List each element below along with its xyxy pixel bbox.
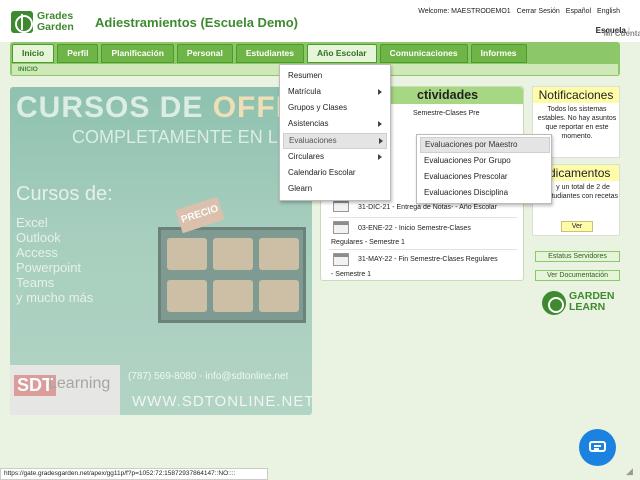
menu-item-grupos-clases[interactable]: Grupos y Clases bbox=[280, 100, 390, 116]
tab-ano-escolar[interactable]: Año Escolar bbox=[307, 44, 377, 63]
banner-laptop-image bbox=[158, 227, 306, 323]
banner-headline: CURSOS DE OFFICE 3 bbox=[16, 91, 312, 124]
welcome-text: Welcome: MAESTRODEMO1 bbox=[418, 8, 511, 15]
ano-escolar-dropdown: Resumen Matrícula Grupos y Clases Asiste… bbox=[279, 64, 391, 201]
page-title: Adiestramientos (Escuela Demo) bbox=[95, 15, 299, 30]
tab-informes[interactable]: Informes bbox=[470, 44, 527, 63]
chevron-right-icon bbox=[378, 121, 382, 127]
tab-planificacion[interactable]: Planificación bbox=[101, 44, 174, 63]
tab-inicio[interactable]: Inicio bbox=[12, 44, 55, 63]
divider bbox=[329, 249, 517, 250]
divider bbox=[329, 217, 517, 218]
banner-person-image bbox=[213, 238, 253, 270]
header: Grades Garden Adiestramientos (Escuela D… bbox=[0, 0, 640, 42]
promo-banner[interactable]: CURSOS DE OFFICE 3 COMPLETAMENTE EN LI C… bbox=[10, 87, 312, 415]
evaluaciones-submenu: Evaluaciones por Maestro Evaluaciones Po… bbox=[416, 134, 552, 204]
menu-item-circulares[interactable]: Circulares bbox=[280, 149, 390, 165]
chevron-right-icon bbox=[378, 89, 382, 95]
actividades-title: ctividades bbox=[417, 88, 479, 102]
submenu-item-eval-prescolar[interactable]: Evaluaciones Prescolar bbox=[417, 169, 551, 185]
submenu-item-eval-maestro[interactable]: Evaluaciones por Maestro bbox=[420, 137, 550, 153]
garden-learn-logo[interactable]: GARDEN LEARN bbox=[542, 289, 620, 317]
activity-item-detail: Regulares - Semestre 1 bbox=[331, 239, 405, 246]
activity-item-detail: - Semestre 1 bbox=[331, 271, 372, 278]
menu-item-matricula[interactable]: Matrícula bbox=[280, 84, 390, 100]
submenu-item-eval-grupo[interactable]: Evaluaciones Por Grupo bbox=[417, 153, 551, 169]
lang-en-link[interactable]: English bbox=[597, 8, 620, 15]
tab-comunicaciones[interactable]: Comunicaciones bbox=[379, 44, 468, 63]
logo-text: Grades Garden bbox=[37, 10, 74, 33]
tab-perfil[interactable]: Perfil bbox=[57, 44, 99, 63]
ver-medicamentos-button[interactable]: Ver bbox=[561, 221, 593, 232]
calendar-icon bbox=[333, 253, 349, 266]
tab-personal[interactable]: Personal bbox=[176, 44, 233, 63]
banner-person-image bbox=[259, 280, 299, 312]
banner-subheadline: COMPLETAMENTE EN LI bbox=[72, 127, 283, 147]
medicamentos-text: y un total de 2 de studiantes con receta… bbox=[547, 184, 619, 200]
estatus-servidores-button[interactable]: Estatus Servidores bbox=[535, 251, 620, 262]
chat-button[interactable] bbox=[579, 429, 616, 466]
account-links: Escuela | Mi Cuenta bbox=[596, 26, 640, 38]
banner-contact: (787) 569-8080 - info@sdtonline.net bbox=[128, 371, 289, 382]
activity-item[interactable]: 03-ENE-22 - Inicio Semestre-Clases bbox=[358, 224, 471, 234]
banner-website: WWW.SDTONLINE.NET bbox=[132, 393, 312, 410]
banner-person-image bbox=[259, 238, 299, 270]
submenu-item-eval-disciplina[interactable]: Evaluaciones Disciplina bbox=[417, 185, 551, 201]
activity-item[interactable]: 31-DIC-21 - Entrega de Notas- - Año Esco… bbox=[358, 203, 497, 213]
mi-cuenta-link[interactable]: Mi Cuenta bbox=[596, 26, 640, 42]
banner-person-image bbox=[167, 280, 207, 312]
sdt-learning-logo: SDT Learning bbox=[10, 365, 120, 415]
browser-status-url: https://gate.gradesgarden.net/apex/gg11p… bbox=[0, 468, 268, 480]
banner-cursos: Cursos de: bbox=[16, 183, 113, 205]
banner-person-image bbox=[167, 238, 207, 270]
chat-bubble-icon bbox=[589, 441, 606, 452]
garden-learn-icon bbox=[542, 291, 566, 315]
tab-estudiantes[interactable]: Estudiantes bbox=[235, 44, 304, 63]
ver-documentacion-button[interactable]: Ver Documentación bbox=[535, 270, 620, 281]
activity-item[interactable]: Semestre-Clases Pre bbox=[413, 109, 480, 119]
logout-link[interactable]: Cerrar Sesión bbox=[517, 8, 560, 15]
resize-handle-icon[interactable]: ◢ bbox=[626, 466, 638, 478]
calendar-icon bbox=[333, 221, 349, 234]
chevron-right-icon bbox=[379, 138, 383, 144]
menu-item-evaluaciones[interactable]: Evaluaciones bbox=[283, 133, 387, 149]
menu-item-calendario[interactable]: Calendario Escolar bbox=[280, 165, 390, 181]
chevron-right-icon bbox=[378, 154, 382, 160]
medicamentos-title: dicamentos bbox=[549, 166, 611, 180]
grades-garden-logo[interactable]: Grades Garden bbox=[11, 11, 93, 33]
menu-item-resumen[interactable]: Resumen bbox=[280, 68, 390, 84]
globe-logo-icon bbox=[11, 11, 33, 33]
activity-item[interactable]: 31-MAY-22 - Fin Semestre-Clases Regulare… bbox=[358, 255, 498, 265]
banner-person-image bbox=[213, 280, 253, 312]
lang-es-link[interactable]: Español bbox=[566, 8, 591, 15]
user-links: Welcome: MAESTRODEMO1 Cerrar Sesión Espa… bbox=[414, 8, 620, 15]
menu-item-asistencias[interactable]: Asistencias bbox=[280, 116, 390, 132]
banner-course-list: Excel Outlook Access Powerpoint Teams y … bbox=[16, 215, 94, 305]
notificaciones-title: Notificaciones bbox=[533, 87, 619, 103]
menu-item-glearn[interactable]: Glearn bbox=[280, 181, 390, 197]
breadcrumb-inicio[interactable]: INICIO bbox=[18, 66, 38, 73]
